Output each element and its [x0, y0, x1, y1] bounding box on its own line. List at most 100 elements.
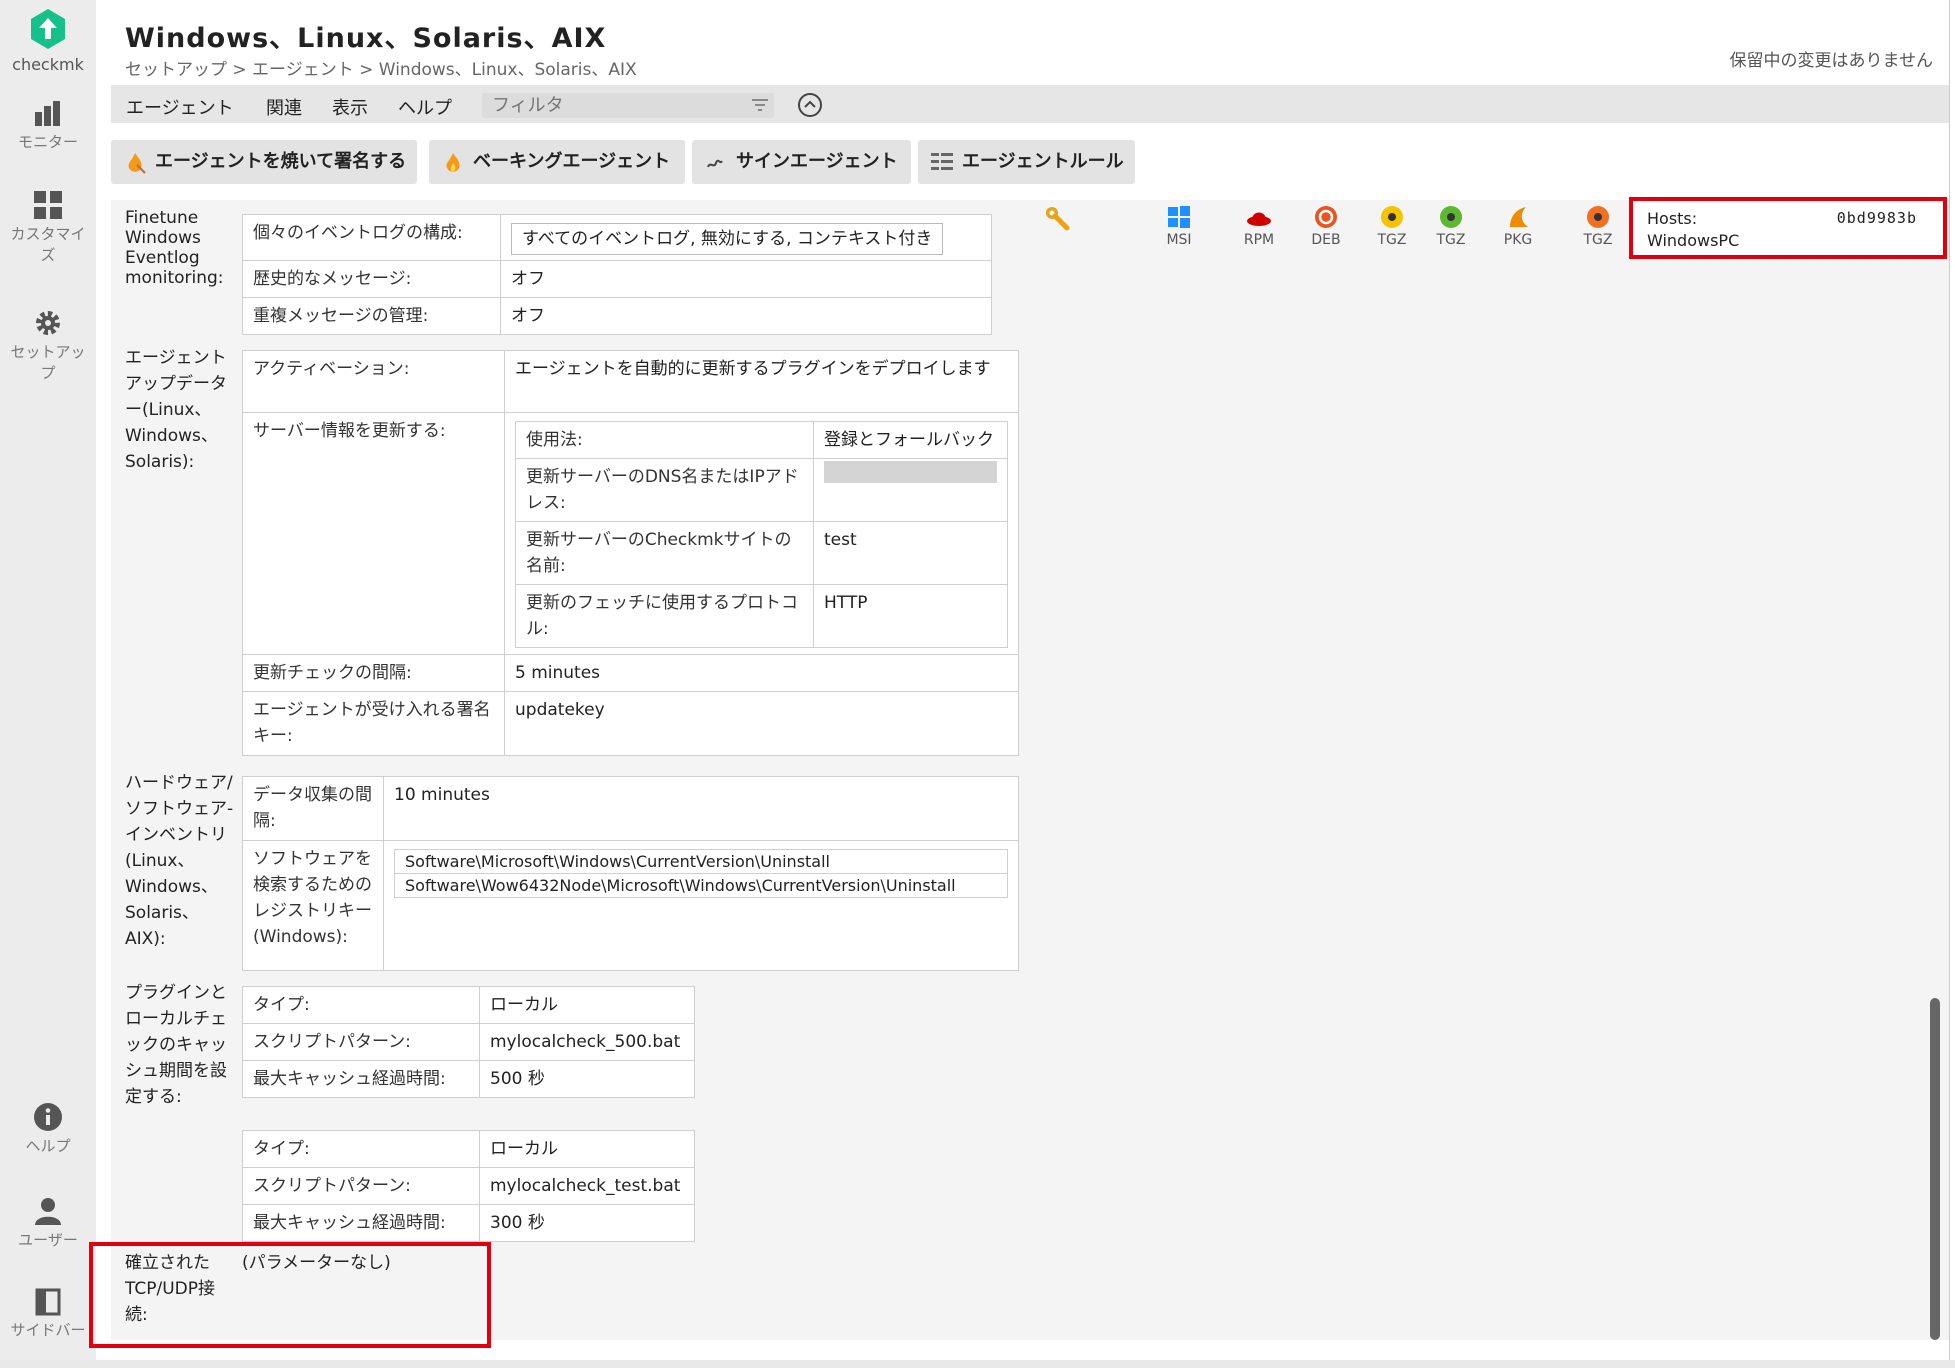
solaris-icon — [1510, 207, 1528, 227]
eventlog-value-0-cell: すべてのイベントログ, 無効にする, コンテキスト付き — [500, 214, 992, 261]
table-row: 重複メッセージの管理: オフ — [242, 297, 992, 335]
server-key-3: 更新のフェッチに使用するプロトコル: — [515, 584, 814, 648]
menu-agents[interactable]: エージェント — [126, 94, 234, 120]
eventlog-config-value: すべてのイベントログ, 無効にする, コンテキスト付き — [511, 223, 944, 255]
agent-hash[interactable]: 0bd9983b — [1837, 209, 1917, 227]
window-bottom-edge — [0, 1360, 1955, 1368]
info-icon — [34, 1103, 62, 1131]
package-tgz-2[interactable]: TGZ — [1426, 205, 1476, 248]
redacted-server-address — [824, 461, 997, 483]
tgz-yellow-icon — [1381, 206, 1403, 228]
list-item: Software\Microsoft\Windows\CurrentVersio… — [394, 849, 1008, 874]
rule-label-inventory: ハードウェア/ソフトウェア-インベントリ(Linux、Windows、Solar… — [125, 773, 234, 949]
wrench-icon[interactable] — [1045, 206, 1071, 232]
package-pkg[interactable]: PKG — [1493, 205, 1543, 248]
server-key-0: 使用法: — [515, 421, 814, 459]
package-deb[interactable]: DEB — [1301, 205, 1351, 248]
package-rpm[interactable]: RPM — [1234, 205, 1284, 248]
user-icon — [35, 1198, 61, 1225]
cache-age-key: 最大キャッシュ経過時間: — [242, 1204, 480, 1242]
sidebar-item-label: セットアップ — [10, 343, 86, 382]
eventlog-key-2: 重複メッセージの管理: — [242, 297, 501, 335]
window-edge — [1949, 0, 1955, 1368]
gear-icon — [36, 311, 60, 335]
eventlog-key-0: 個々のイベントログの構成: — [242, 214, 501, 261]
sidebar-item-label: モニター — [17, 133, 78, 151]
update-server-subtable: 使用法: 登録とフォールバック 更新サーバーのDNS名またはIPアドレス: 更新… — [515, 421, 1008, 648]
rule-label-cache: プラグインとローカルチェックのキャッシュ期間を設定する: — [125, 983, 227, 1107]
inventory-registry-key: ソフトウェアを検索するためのレジストリキー(Windows): — [242, 840, 384, 971]
sidebar-item-setup[interactable]: セットアップ — [0, 308, 96, 384]
table-row: タイプ: ローカル — [242, 986, 695, 1024]
sidebar-item-sidebar[interactable]: サイドバー — [0, 1288, 96, 1341]
table-row: エージェントが受け入れる署名キー: updatekey — [242, 691, 1019, 756]
updater-key-key: エージェントが受け入れる署名キー: — [242, 691, 505, 756]
table-row: スクリプトパターン: mylocalcheck_test.bat — [242, 1167, 695, 1205]
cache-table-1: タイプ: ローカル スクリプトパターン: mylocalcheck_500.ba… — [242, 986, 695, 1098]
sidebar-item-customize[interactable]: カスタマイズ — [0, 190, 96, 266]
sidebar-item-monitor[interactable]: モニター — [0, 100, 96, 153]
package-tgz-3[interactable]: TGZ — [1573, 205, 1623, 248]
registry-key-1: Software\Wow6432Node\Microsoft\Windows\C… — [394, 873, 1008, 898]
list-item: Software\Wow6432Node\Microsoft\Windows\C… — [394, 873, 1008, 898]
breadcrumb[interactable]: セットアップ > エージェント > Windows、Linux、Solaris、… — [125, 55, 637, 80]
cache-table-2: タイプ: ローカル スクリプトパターン: mylocalcheck_test.b… — [242, 1130, 695, 1242]
cache-pattern-value: mylocalcheck_500.bat — [479, 1023, 695, 1061]
page-title: Windows、Linux、Solaris、AIX — [125, 23, 607, 54]
pending-changes-status[interactable]: 保留中の変更はありません — [1730, 46, 1934, 71]
menu-related[interactable]: 関連 — [266, 94, 302, 120]
package-label: TGZ — [1436, 232, 1466, 248]
flame-icon — [446, 153, 460, 172]
bake-sign-icon — [128, 153, 146, 174]
table-row: 更新サーバーのCheckmkサイトの名前: test — [515, 521, 1008, 585]
windows-icon — [1168, 206, 1190, 228]
cache-type-key: タイプ: — [242, 986, 480, 1024]
cache-age-key: 最大キャッシュ経過時間: — [242, 1060, 480, 1098]
package-msi[interactable]: MSI — [1154, 205, 1204, 248]
host-name[interactable]: WindowsPC — [1647, 231, 1739, 250]
filter-input[interactable] — [482, 93, 774, 118]
cache-pattern-key: スクリプトパターン: — [242, 1167, 480, 1205]
redhat-icon — [1247, 212, 1271, 226]
bake-and-sign-button[interactable]: エージェントを焼いて署名する — [111, 140, 417, 184]
table-row: 更新サーバーのDNS名またはIPアドレス: — [515, 458, 1008, 522]
table-row: 歴史的なメッセージ: オフ — [242, 260, 992, 298]
tgz-orange-icon — [1587, 206, 1609, 228]
collapse-toggle-button[interactable] — [798, 93, 822, 117]
table-row: 個々のイベントログの構成: すべてのイベントログ, 無効にする, コンテキスト付… — [242, 214, 992, 261]
sidebar-item-help[interactable]: ヘルプ — [0, 1102, 96, 1157]
hosts-label: Hosts: — [1647, 209, 1698, 228]
package-label: MSI — [1166, 232, 1192, 248]
server-key-1: 更新サーバーのDNS名またはIPアドレス: — [515, 458, 814, 522]
sidebar-item-user[interactable]: ユーザー — [0, 1196, 96, 1251]
vertical-scrollbar[interactable] — [1930, 998, 1940, 1340]
table-row: サーバー情報を更新する: 使用法: 登録とフォールバック 更新サーバーのDNS名… — [242, 412, 1019, 655]
rule-label-updater: エージェントアップデーター(Linux、Windows、Solaris): — [125, 348, 227, 472]
updater-interval-value: 5 minutes — [504, 654, 1019, 692]
logo-text: checkmk — [12, 55, 84, 74]
filter-icon[interactable] — [752, 98, 768, 112]
agent-rules-button[interactable]: エージェントルール — [918, 140, 1135, 184]
table-row: スクリプトパターン: mylocalcheck_500.bat — [242, 1023, 695, 1061]
updater-server-cell: 使用法: 登録とフォールバック 更新サーバーのDNS名またはIPアドレス: 更新… — [504, 412, 1019, 655]
sidebar-icon — [35, 1288, 61, 1316]
updater-table: アクティベーション: エージェントを自動的に更新するプラグインをデプロイします … — [242, 350, 1019, 756]
registry-key-0: Software\Microsoft\Windows\CurrentVersio… — [394, 849, 1008, 874]
inventory-table: データ収集の間隔: 10 minutes ソフトウェアを検索するためのレジストリ… — [242, 776, 1019, 971]
sidebar-item-label: ユーザー — [18, 1231, 78, 1249]
checkmk-logo[interactable]: checkmk — [0, 8, 96, 75]
menu-help[interactable]: ヘルプ — [398, 94, 452, 120]
package-tgz-1[interactable]: TGZ — [1367, 205, 1417, 248]
button-label: エージェントを焼いて署名する — [155, 151, 407, 172]
sign-icon — [707, 159, 723, 168]
menu-display[interactable]: 表示 — [332, 94, 368, 120]
eventlog-key-1: 歴史的なメッセージ: — [242, 260, 501, 298]
bake-agents-button[interactable]: ベーキングエージェント — [429, 140, 685, 184]
button-label: エージェントルール — [962, 151, 1124, 172]
sign-agents-button[interactable]: サインエージェント — [692, 140, 911, 184]
table-row: タイプ: ローカル — [242, 1130, 695, 1168]
server-value-3: HTTP — [813, 584, 1008, 648]
sidebar: checkmk モニター カスタマイズ セットアップ ヘルプ ユーザー サイドバ… — [0, 0, 96, 1368]
table-row: 最大キャッシュ経過時間: 300 秒 — [242, 1204, 695, 1242]
rules-icon — [931, 153, 953, 170]
